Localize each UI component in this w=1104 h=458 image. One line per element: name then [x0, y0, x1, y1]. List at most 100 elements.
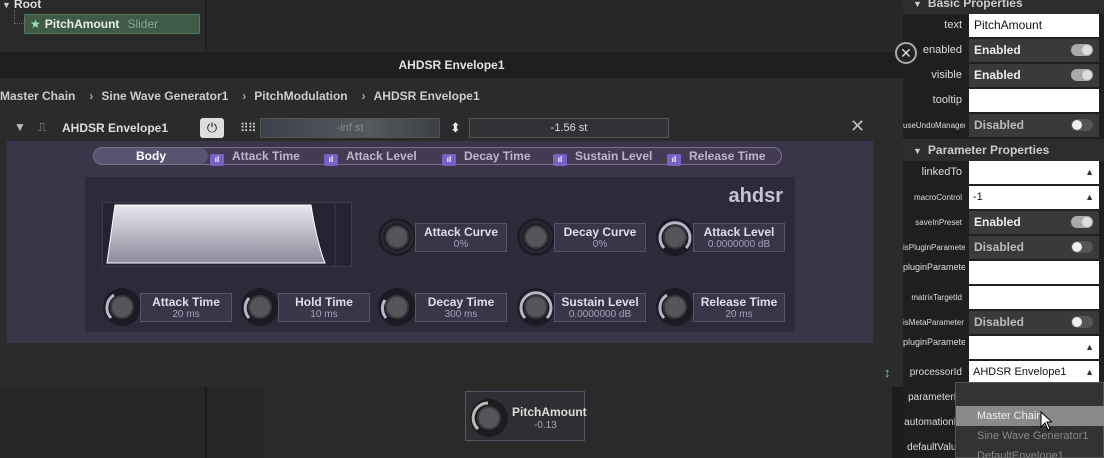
tab-decay-time[interactable]: ıl Decay Time [442, 148, 531, 166]
text-input[interactable]: PitchAmount [969, 14, 1099, 37]
envelope-display[interactable] [102, 202, 352, 267]
dropdown-option[interactable]: DefaultEnvelope1 [956, 446, 1104, 458]
attack-curve-control[interactable]: Attack Curve 0% [377, 217, 512, 257]
envelope-icon: ⎍ [38, 120, 47, 134]
prop-text: text PitchAmount [903, 13, 1104, 38]
hold-time-knob[interactable] [240, 287, 280, 327]
switch-icon [1071, 44, 1093, 56]
prop-tooltip: tooltip [903, 88, 1104, 113]
combo-value: -1 [973, 191, 983, 203]
window-title[interactable]: AHDSR Envelope1 [0, 52, 903, 78]
sustain-level-control[interactable]: Sustain Level 0.0000000 dB [516, 287, 651, 327]
attack-level-control[interactable]: Attack Level 0.0000000 dB [655, 217, 790, 257]
attack-time-control[interactable]: Attack Time 20 ms [102, 287, 237, 327]
toggle-label: Enabled [974, 68, 1021, 82]
decay-curve-knob[interactable] [516, 217, 556, 257]
dropdown-option[interactable]: Sine Wave Generator1 [956, 426, 1104, 446]
visible-toggle[interactable]: Enabled [969, 64, 1099, 87]
tab-label: Decay Time [464, 149, 531, 163]
grid-icon[interactable]: ⠿⠿ [240, 121, 257, 135]
enabled-toggle[interactable]: Enabled [969, 39, 1099, 62]
prop-pluginparametername: pluginParameterName [903, 260, 1104, 285]
matrixtargetid-input[interactable] [969, 286, 1099, 309]
release-time-control[interactable]: Release Time 20 ms [655, 287, 790, 327]
envelope-curve [106, 203, 336, 266]
power-button[interactable]: ⏻ [200, 118, 224, 138]
prop-saveinpreset: saveInPreset Enabled [903, 210, 1104, 235]
tab-attack-level[interactable]: ıl Attack Level [324, 148, 417, 166]
prop-pluginparametergroup: pluginParameterGroup ▲▼ [903, 335, 1104, 375]
floating-window: AHDSR Envelope1 Master Chain › Sine Wave G… [0, 52, 903, 387]
breadcrumb-item[interactable]: PitchModulation [254, 89, 347, 103]
knob-label: Attack Curve [423, 225, 499, 239]
saveinpreset-toggle[interactable]: Enabled [969, 211, 1099, 234]
hold-time-label-box: Hold Time 10 ms [278, 293, 370, 322]
decay-curve-control[interactable]: Decay Curve 0% [516, 217, 651, 257]
modulation-bar[interactable]: -1.56 st [469, 118, 669, 138]
attack-time-knob[interactable] [102, 287, 142, 327]
prop-ismetaparameter: isMetaParameter Disabled [903, 310, 1104, 335]
attack-curve-knob[interactable] [377, 217, 417, 257]
pluginparametername-input[interactable] [969, 261, 1099, 284]
up-down-arrow-icon[interactable]: ⬍ [450, 120, 461, 136]
dropdown-option[interactable]: Master Chain [956, 406, 1104, 426]
linkedto-combobox[interactable]: ▲▼ [969, 161, 1099, 200]
prop-label: isPluginParameter [903, 243, 965, 252]
pluginparametergroup-combobox[interactable]: ▲▼ [969, 336, 1099, 375]
prop-label: linkedTo [921, 166, 962, 178]
tab-release-time[interactable]: ıl Release Time [667, 148, 766, 166]
resize-icon[interactable]: ↕ [884, 365, 891, 380]
modulation-icon: ıl [667, 154, 681, 166]
knob-label: Sustain Level [561, 295, 639, 309]
decay-time-knob[interactable] [377, 287, 417, 327]
tab-body[interactable]: Body [94, 148, 208, 164]
attack-level-knob[interactable] [655, 217, 695, 257]
star-icon: ★ [30, 17, 41, 31]
expand-triangle-icon: ▼ [913, 146, 922, 156]
processorid-combobox[interactable]: AHDSR Envelope1▲▼ [969, 361, 1099, 400]
scrollbar[interactable] [892, 387, 903, 458]
tooltip-input[interactable] [969, 89, 1099, 112]
tree-connector [14, 10, 24, 24]
release-time-knob[interactable] [655, 287, 695, 327]
breadcrumb-item[interactable]: AHDSR Envelope1 [374, 89, 480, 103]
tab-attack-time[interactable]: ıl Attack Time [210, 148, 300, 166]
decay-time-control[interactable]: Decay Time 300 ms [377, 287, 512, 327]
macrocontrol-combobox[interactable]: -1▲▼ [969, 186, 1099, 225]
breadcrumb-item[interactable]: Sine Wave Generator1 [101, 89, 228, 103]
divider [205, 387, 207, 458]
expand-triangle-icon[interactable]: ▼ [2, 0, 11, 10]
close-icon[interactable]: ✕ [850, 116, 865, 137]
pitchamount-knob[interactable] [469, 398, 509, 438]
switch-icon [1071, 216, 1093, 228]
ahdsr-body: ahdsr Attack Curve 0% Decay Curve 0% Att… [85, 177, 795, 332]
pitchamount-slider-preview[interactable]: PitchAmount -0.13 [465, 391, 587, 441]
hold-time-control[interactable]: Hold Time 10 ms [240, 287, 375, 327]
prop-enabled: enabled Enabled [903, 38, 1104, 63]
tab-label: Sustain Level [575, 149, 653, 163]
component-tree: ▼ Root ★ PitchAmount Slider [0, 0, 205, 52]
parameter-properties-header[interactable]: ▼ Parameter Properties [903, 139, 1104, 161]
knob-value: 10 ms [310, 309, 338, 320]
basic-properties-header[interactable]: ▼ Basic Properties [903, 0, 1104, 14]
ismetaparameter-toggle[interactable]: Disabled [969, 311, 1099, 334]
intensity-bar[interactable]: -inf st [260, 118, 440, 138]
collapse-triangle-icon[interactable]: ▼ [14, 120, 26, 134]
useundomanager-toggle[interactable]: Disabled [969, 114, 1099, 137]
prop-label: text [944, 19, 962, 31]
prop-label: macroControl [913, 193, 962, 202]
sustain-level-knob[interactable] [516, 287, 556, 327]
toggle-label: Disabled [974, 240, 1025, 254]
close-window-button[interactable]: ✕ [895, 42, 917, 64]
knob-value: 0% [453, 239, 469, 250]
knob-value: 20 ms [725, 309, 753, 320]
brand-title: ahdsr [728, 185, 783, 207]
tab-sustain-level[interactable]: ıl Sustain Level [553, 148, 653, 166]
interface-canvas [0, 387, 903, 458]
knob-label: PitchAmount [512, 405, 587, 419]
tree-item-pitchamount[interactable]: ★ PitchAmount Slider [24, 14, 200, 34]
breadcrumb-item[interactable]: Master Chain [0, 89, 75, 103]
ispluginparameter-toggle[interactable]: Disabled [969, 236, 1099, 259]
prop-label: isMetaParameter [903, 318, 964, 327]
prop-label: visible [931, 69, 962, 81]
